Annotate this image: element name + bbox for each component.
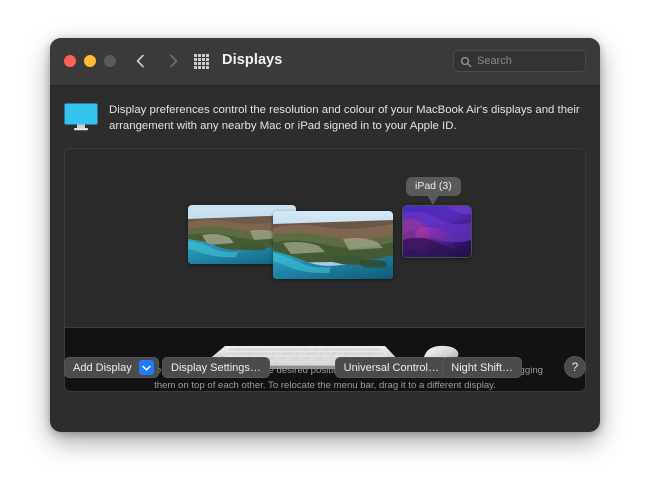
chevron-down-icon[interactable]: [138, 360, 154, 375]
display-thumbnail-2[interactable]: [273, 211, 393, 279]
help-button[interactable]: ?: [564, 356, 586, 378]
display-monitor-icon: [64, 103, 98, 136]
ipad-wallpaper: [403, 206, 471, 257]
window-body: Display preferences control the resoluti…: [50, 86, 600, 392]
night-shift-button[interactable]: Night Shift…: [442, 357, 522, 378]
description-block: Display preferences control the resoluti…: [50, 86, 600, 148]
search-icon: [460, 55, 472, 68]
minimize-button[interactable]: [84, 55, 96, 67]
window-titlebar: Displays: [50, 38, 600, 86]
displays-preferences-window: Displays Search Display preferences cont…: [50, 38, 600, 432]
footer-toolbar: Add Display Display Settings… Universal …: [50, 348, 600, 392]
traffic-lights: [64, 55, 116, 67]
display-arrangement-area[interactable]: iPad (3): [65, 149, 585, 327]
screenshot-root: Displays Search Display preferences cont…: [0, 0, 650, 500]
universal-control-button[interactable]: Universal Control…: [334, 357, 448, 378]
description-text: Display preferences control the resoluti…: [109, 104, 580, 133]
add-display-button[interactable]: Add Display: [64, 357, 159, 378]
search-input[interactable]: [477, 55, 579, 67]
display-thumbnail-3-ipad[interactable]: [402, 205, 472, 258]
zoom-button[interactable]: [104, 55, 116, 67]
back-button[interactable]: [132, 52, 150, 70]
display-2-wallpaper: [273, 211, 393, 279]
show-all-grid-icon[interactable]: [194, 54, 209, 69]
add-display-label: Add Display: [73, 361, 132, 374]
close-button[interactable]: [64, 55, 76, 67]
page-title: Displays: [222, 52, 283, 68]
ipad-tooltip: iPad (3): [406, 177, 461, 205]
forward-button[interactable]: [164, 52, 182, 70]
search-field[interactable]: [453, 50, 586, 72]
display-settings-button[interactable]: Display Settings…: [162, 357, 270, 378]
